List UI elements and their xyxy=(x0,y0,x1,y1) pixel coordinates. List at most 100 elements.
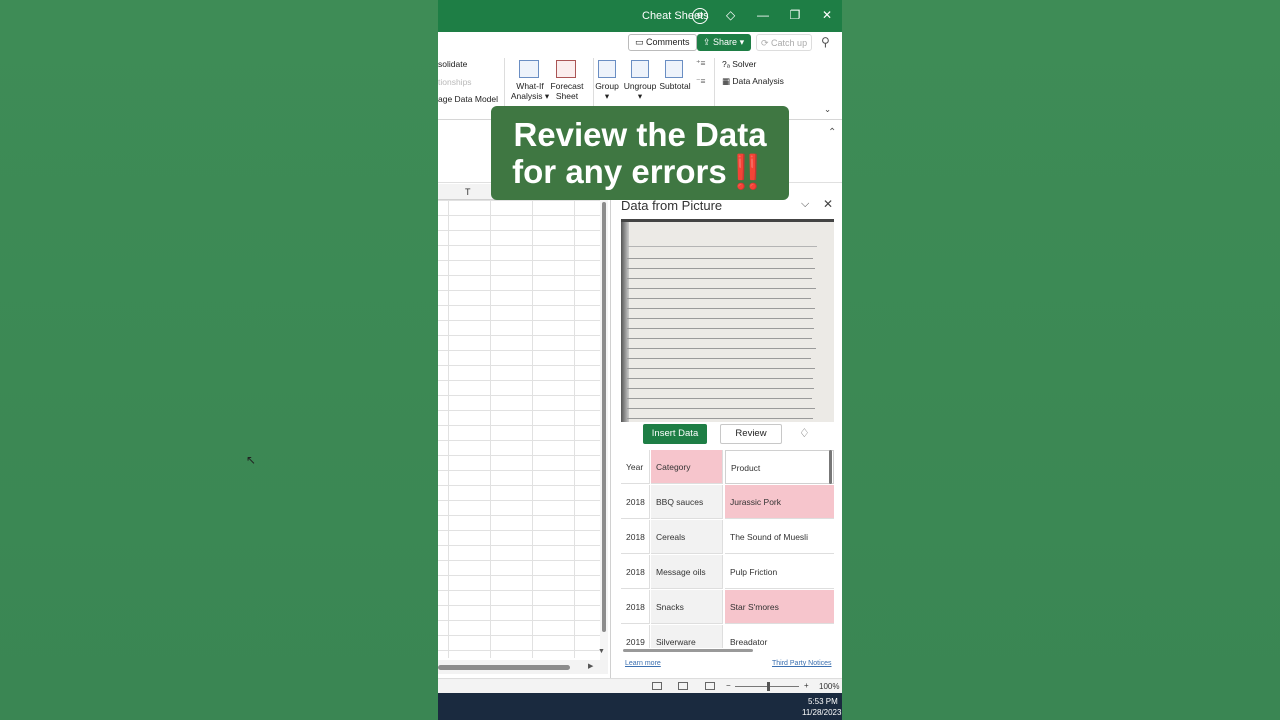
clock-date[interactable]: 11/28/2023 xyxy=(802,708,841,717)
cell-category[interactable]: Message oils xyxy=(651,555,723,589)
catch-up-button[interactable]: ⟳ Catch up xyxy=(756,34,813,51)
ungroup-button[interactable]: Ungroup ▾ xyxy=(623,81,657,101)
restore-icon[interactable]: ❐ xyxy=(788,8,802,22)
subtotal-icon[interactable] xyxy=(665,60,683,78)
header-year[interactable]: Year xyxy=(621,450,650,484)
learn-more-link[interactable]: Learn more xyxy=(625,660,661,667)
pane-title: Data from Picture xyxy=(621,198,723,213)
scroll-right-icon[interactable]: ▶ xyxy=(588,662,593,670)
cell-year[interactable]: 2018 xyxy=(621,590,650,624)
photo-line xyxy=(627,368,815,369)
table-row: 2018 Snacks Star S'mores xyxy=(621,590,834,625)
data-analysis-button[interactable]: ▦ Data Analysis xyxy=(722,76,784,87)
forecast-label-2: Sheet xyxy=(555,91,579,101)
settings-circle-icon[interactable]: ⚙ xyxy=(692,8,708,24)
manage-data-model-command[interactable]: age Data Model xyxy=(438,94,498,104)
page-break-icon[interactable] xyxy=(705,682,715,690)
review-button[interactable]: Review xyxy=(720,424,782,444)
forecast-sheet-button[interactable]: Forecast Sheet xyxy=(548,81,586,101)
cell-category[interactable]: Silverware xyxy=(651,625,723,648)
table-header-row: Year Category Product xyxy=(621,450,834,485)
share-button[interactable]: ⇪ Share ▾ xyxy=(697,34,751,51)
cell-product[interactable]: Breadator xyxy=(725,625,834,648)
table-row: 2018 Cereals The Sound of Muesli xyxy=(621,520,834,555)
photo-line xyxy=(627,318,813,319)
table-row: 2018 BBQ sauces Jurassic Pork xyxy=(621,485,834,520)
group-label: Group xyxy=(595,81,619,91)
column-header-t[interactable]: T xyxy=(465,187,471,197)
forecast-sheet-icon[interactable] xyxy=(556,60,576,78)
person-icon[interactable]: ⚲ xyxy=(821,35,830,49)
photo-shadow xyxy=(621,222,629,422)
zoom-in-icon[interactable]: + xyxy=(804,681,809,690)
show-detail-icon[interactable]: ⁺≡ xyxy=(696,58,705,69)
status-bar: − + 100% xyxy=(438,678,842,693)
header-product[interactable]: Product xyxy=(725,450,834,484)
group-icon[interactable] xyxy=(598,60,616,78)
photo-line xyxy=(627,388,814,389)
h-scroll-thumb[interactable] xyxy=(438,665,570,670)
photo-line xyxy=(627,308,815,309)
photo-line xyxy=(627,418,813,419)
table-horizontal-scrollbar[interactable] xyxy=(623,649,753,652)
cell-product[interactable]: Pulp Friction xyxy=(725,555,834,589)
share-label: Share xyxy=(713,37,738,47)
header-category[interactable]: Category xyxy=(651,450,723,484)
caption-line-2: for any errors‼️ xyxy=(491,153,789,190)
chevron-down-icon[interactable]: ⌵ xyxy=(801,198,809,211)
what-if-analysis-button[interactable]: What-If Analysis ▾ xyxy=(508,81,552,101)
worksheet-grid[interactable] xyxy=(438,200,604,658)
zoom-out-icon[interactable]: − xyxy=(726,681,731,690)
subtotal-button[interactable]: Subtotal xyxy=(657,81,693,91)
cell-product[interactable]: Star S'mores xyxy=(725,590,834,624)
exclamation-icon: ‼️ xyxy=(726,153,768,190)
horizontal-scrollbar[interactable] xyxy=(438,660,608,674)
close-icon[interactable]: ✕ xyxy=(823,197,833,211)
cell-category[interactable]: BBQ sauces xyxy=(651,485,723,519)
photo-line xyxy=(627,246,817,247)
cell-product[interactable]: Jurassic Pork xyxy=(725,485,834,519)
insert-data-button[interactable]: Insert Data xyxy=(643,424,707,444)
clock-time[interactable]: 5:53 PM xyxy=(808,697,838,706)
hide-detail-icon[interactable]: ⁻≡ xyxy=(696,76,705,87)
scroll-thumb[interactable] xyxy=(602,202,606,632)
ribbon-collapse-icon[interactable]: ⌄ xyxy=(824,104,831,115)
zoom-level[interactable]: 100% xyxy=(819,682,839,691)
table-vertical-scrollbar[interactable] xyxy=(829,450,832,484)
close-window-icon[interactable]: ✕ xyxy=(820,8,834,22)
cell-category[interactable]: Cereals xyxy=(651,520,723,554)
formula-collapse-icon[interactable]: ⌃ xyxy=(828,127,836,138)
vertical-scrollbar[interactable] xyxy=(600,200,608,660)
what-if-icon[interactable] xyxy=(519,60,539,78)
premium-diamond-icon[interactable]: ◇ xyxy=(726,8,735,22)
photo-line xyxy=(627,258,813,259)
photo-line xyxy=(627,398,812,399)
page-layout-icon[interactable] xyxy=(678,682,688,690)
group-button[interactable]: Group ▾ xyxy=(593,81,621,101)
normal-view-icon[interactable] xyxy=(652,682,662,690)
zoom-slider-thumb[interactable] xyxy=(767,682,770,691)
ungroup-icon[interactable] xyxy=(631,60,649,78)
cell-year[interactable]: 2019 xyxy=(621,625,650,648)
solver-label: Solver xyxy=(732,59,757,69)
lightbulb-icon[interactable]: ♢ xyxy=(799,426,810,440)
cell-year[interactable]: 2018 xyxy=(621,485,650,519)
cell-product[interactable]: The Sound of Muesli xyxy=(725,520,834,554)
comments-button[interactable]: ▭ Comments xyxy=(628,34,697,51)
minimize-icon[interactable]: — xyxy=(756,8,770,22)
photo-line xyxy=(627,348,816,349)
forecast-label-1: Forecast xyxy=(550,81,584,91)
cell-year[interactable]: 2018 xyxy=(621,520,650,554)
cell-category[interactable]: Snacks xyxy=(651,590,723,624)
cell-year[interactable]: 2018 xyxy=(621,555,650,589)
table-row: 2018 Message oils Pulp Friction xyxy=(621,555,834,590)
scroll-down-icon[interactable]: ▼ xyxy=(598,648,605,655)
third-party-notices-link[interactable]: Third Party Notices xyxy=(772,660,832,667)
what-if-label-1: What-If xyxy=(516,81,544,91)
ribbon-separator xyxy=(504,58,505,108)
mouse-cursor-icon: ↖ xyxy=(246,453,257,467)
solver-button[interactable]: ?ₐ Solver xyxy=(722,59,756,69)
consolidate-command[interactable]: solidate xyxy=(438,59,467,69)
caption-overlay: Review the Data for any errors‼️ xyxy=(491,106,789,200)
captured-picture xyxy=(621,219,834,422)
